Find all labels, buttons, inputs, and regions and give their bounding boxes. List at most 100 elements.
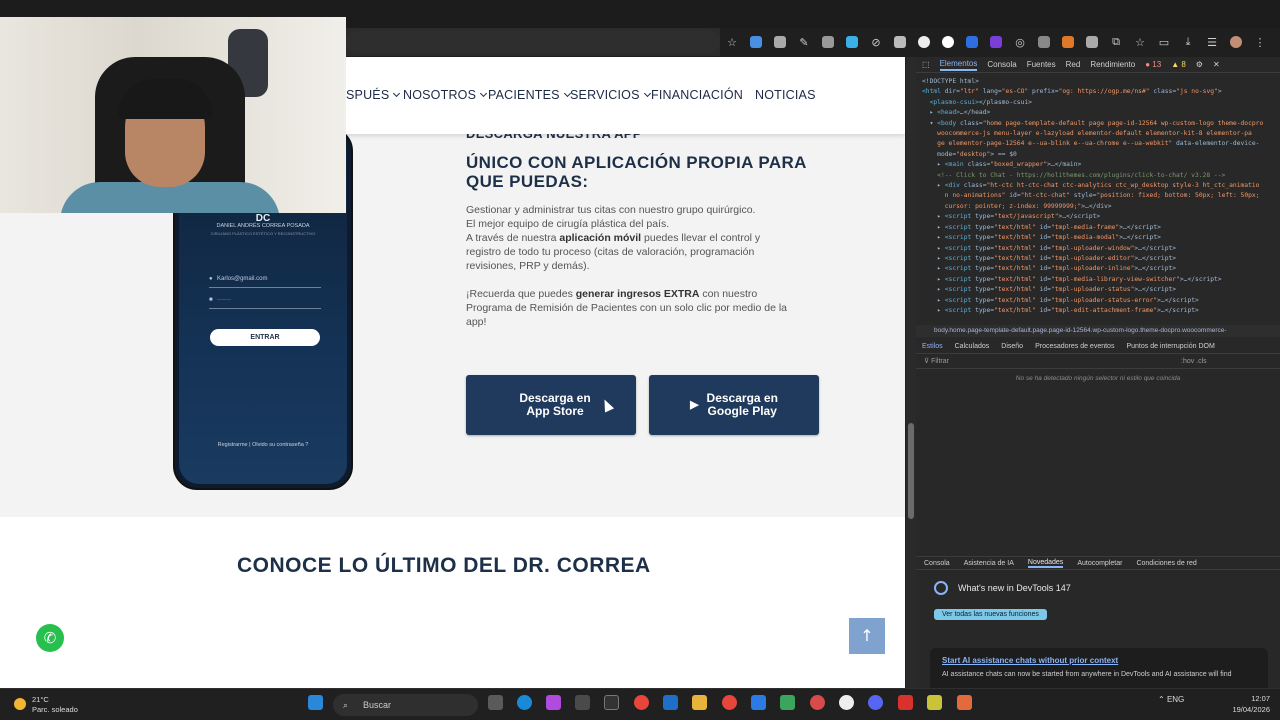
nav-item-despues[interactable]: SPUÉS xyxy=(346,88,401,102)
extension-icon[interactable] xyxy=(912,28,936,56)
bookmark-star-icon[interactable]: ☆ xyxy=(720,28,744,56)
download-icon[interactable]: ⤓ xyxy=(1176,28,1200,56)
edge-icon[interactable] xyxy=(517,695,532,710)
phone-password-field[interactable]: ■ ······· xyxy=(209,297,321,309)
nav-item-pacientes[interactable]: PACIENTES xyxy=(488,88,571,102)
folder-icon[interactable] xyxy=(692,695,707,710)
app-paragraph-2: ¡Recuerda que puedes generar ingresos EX… xyxy=(466,288,788,328)
googleplay-label: Descarga en Google Play xyxy=(706,391,778,418)
appstore-label: Descarga en App Store xyxy=(519,391,591,418)
app-icon[interactable] xyxy=(780,695,795,710)
extension-icon[interactable] xyxy=(840,28,864,56)
weather-widget[interactable]: 21°C Parc. soleado xyxy=(14,695,78,715)
tab-performance[interactable]: Rendimiento xyxy=(1090,60,1135,69)
tab-console[interactable]: Consola xyxy=(987,60,1016,69)
nav-item-financiacion[interactable]: FINANCIACIÓN xyxy=(651,88,743,102)
extension-icon[interactable] xyxy=(744,28,768,56)
phone-register-link[interactable]: Registrarme xyxy=(218,442,248,448)
tray: ⌃ ENG xyxy=(1158,695,1184,704)
app-icon[interactable] xyxy=(927,695,942,710)
taskbar-search[interactable]: ⌕ Buscar xyxy=(333,694,478,716)
settings-icon[interactable]: ⚙ xyxy=(1196,60,1203,69)
phone-brand-name: DANIEL ANDRÉS CORREA POSADA xyxy=(216,223,310,229)
clock[interactable]: 12:07 19/04/2026 xyxy=(1226,693,1270,715)
profile-avatar[interactable] xyxy=(1224,28,1248,56)
drawer-tab-whats-new[interactable]: Novedades xyxy=(1027,559,1064,568)
outlook-icon[interactable] xyxy=(663,695,678,710)
tab-dom-breakpoints[interactable]: Puntos de interrupción DOM xyxy=(1126,343,1214,350)
bookmarks-icon[interactable]: ☆ xyxy=(1128,28,1152,56)
scrollbar-thumb[interactable] xyxy=(908,423,914,519)
extension-icon[interactable]: ⊘ xyxy=(864,28,888,56)
app-icon[interactable] xyxy=(957,695,972,710)
tab-elements[interactable]: Elementos xyxy=(939,59,978,71)
page-scrollbar[interactable] xyxy=(906,57,916,688)
tab-search-icon[interactable]: ▭ xyxy=(1152,28,1176,56)
app-icon[interactable] xyxy=(898,695,913,710)
devtools-panel: ⬚ Elementos Consola Fuentes Red Rendimie… xyxy=(916,57,1280,688)
start-icon[interactable] xyxy=(308,695,323,710)
extension-icon[interactable] xyxy=(1032,28,1056,56)
nav-item-noticias[interactable]: NOTICIAS xyxy=(755,88,816,102)
tab-event-listeners[interactable]: Procesadores de eventos xyxy=(1035,343,1114,350)
terminal-icon[interactable] xyxy=(604,695,619,710)
app-icon[interactable] xyxy=(839,695,854,710)
dom-breadcrumb[interactable]: body.home.page-template-default.page.pag… xyxy=(916,325,1280,337)
extension-icon[interactable] xyxy=(984,28,1008,56)
address-bar[interactable] xyxy=(346,31,720,53)
extension-icon[interactable] xyxy=(936,28,960,56)
devtools-tabs: ⬚ Elementos Consola Fuentes Red Rendimie… xyxy=(916,57,1280,73)
drawer-tab-ai[interactable]: Asistencia de IA xyxy=(964,560,1014,567)
nav-item-nosotros[interactable]: NOSOTROS xyxy=(403,88,488,102)
extension-icon[interactable] xyxy=(816,28,840,56)
time: 12:07 xyxy=(1251,694,1270,703)
phone-forgot-link[interactable]: Olvido su contraseña ? xyxy=(252,442,308,448)
app-title: ÚNICO CON APLICACIÓN PROPIA PARA QUE PUE… xyxy=(466,153,807,191)
tray-chevron-icon[interactable]: ⌃ xyxy=(1158,695,1165,704)
app-icon[interactable] xyxy=(810,695,825,710)
extension-icon[interactable] xyxy=(1080,28,1104,56)
extension-icon[interactable]: ✎ xyxy=(792,28,816,56)
extension-icon[interactable] xyxy=(1056,28,1080,56)
whatsapp-button[interactable]: ✆ xyxy=(36,624,64,652)
tab-computed[interactable]: Calculados xyxy=(955,343,990,350)
hov-cls-toggle[interactable]: :hov .cls xyxy=(1181,355,1207,369)
side-panel-icon[interactable]: ☰ xyxy=(1200,28,1224,56)
extension-icon[interactable] xyxy=(888,28,912,56)
styles-filter-input[interactable]: ⊽ Filtrar :hov .cls xyxy=(916,355,1280,369)
store-icon[interactable] xyxy=(575,695,590,710)
scroll-to-top-button[interactable]: ↑ xyxy=(849,618,885,654)
task-view-icon[interactable] xyxy=(488,695,503,710)
see-all-features-button[interactable]: Ver todas las nuevas funciones xyxy=(934,609,1047,620)
app-icon[interactable] xyxy=(751,695,766,710)
extensions-puzzle-icon[interactable]: ⧉ xyxy=(1104,28,1128,56)
play-icon: ▶ xyxy=(690,398,699,411)
chrome-active-icon[interactable] xyxy=(722,695,737,710)
feature-card[interactable]: Start AI assistance chats without prior … xyxy=(930,648,1268,688)
discord-icon[interactable] xyxy=(868,695,883,710)
dom-tree: <!DOCTYPE html> <html dir="ltr" lang="es… xyxy=(922,78,1264,314)
tab-styles[interactable]: Estilos xyxy=(922,343,943,350)
feature-card-title[interactable]: Start AI assistance chats without prior … xyxy=(942,656,1256,665)
extension-icon[interactable]: ◎ xyxy=(1008,28,1032,56)
googleplay-download-button[interactable]: ▶ Descarga en Google Play xyxy=(649,375,819,435)
drawer-tab-network-conditions[interactable]: Condiciones de red xyxy=(1136,560,1196,567)
extension-icon[interactable] xyxy=(960,28,984,56)
tab-sources[interactable]: Fuentes xyxy=(1027,60,1056,69)
language-indicator[interactable]: ENG xyxy=(1167,695,1184,704)
chevron-down-icon xyxy=(643,89,651,98)
phone-email-field[interactable]: ● Karlos@gmail.com xyxy=(209,276,321,288)
tab-network[interactable]: Red xyxy=(1066,60,1081,69)
nav-item-servicios[interactable]: SERVICIOS xyxy=(570,88,651,102)
copilot-icon[interactable] xyxy=(546,695,561,710)
tab-layout[interactable]: Diseño xyxy=(1001,343,1023,350)
drawer-tab-console[interactable]: Consola xyxy=(924,560,950,567)
styles-empty-message: No se ha detectado ningún selector ni es… xyxy=(1015,375,1181,382)
drawer-tab-autofill[interactable]: Autocompletar xyxy=(1077,560,1122,567)
menu-icon[interactable]: ⋮ xyxy=(1248,28,1272,56)
devtools-inspect-icon[interactable]: ⬚ xyxy=(922,60,930,69)
extension-icon[interactable] xyxy=(768,28,792,56)
phone-login-button[interactable]: ENTRAR xyxy=(210,329,320,346)
close-icon[interactable]: ✕ xyxy=(1213,60,1220,69)
chrome-icon[interactable] xyxy=(634,695,649,710)
